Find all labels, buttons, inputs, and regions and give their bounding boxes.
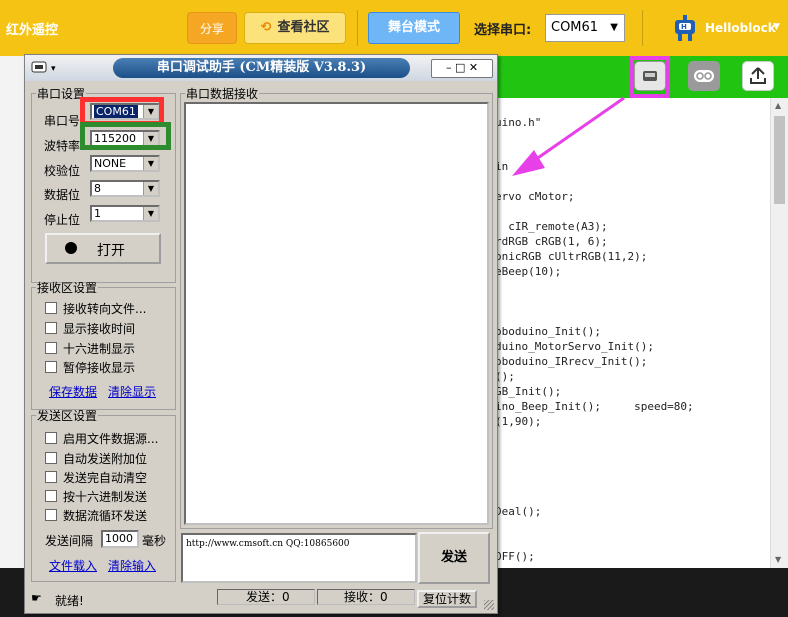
show-recv-time-checkbox[interactable]: 显示接收时间	[45, 320, 135, 337]
send-interval-input[interactable]: 1000	[101, 530, 139, 548]
parity-label: 校验位	[44, 164, 81, 178]
status-bar: ☛ 就绪! 发送：0 接收：0 复位计数	[25, 586, 497, 613]
recv-count: 接收：0	[317, 589, 415, 605]
pause-display-checkbox[interactable]: 暂停接收显示	[45, 359, 135, 376]
parity-select[interactable]: NONE ▼	[90, 155, 160, 172]
clear-input-link[interactable]: 清除输入	[108, 557, 156, 574]
window-controls[interactable]: – □ ✕	[431, 59, 493, 78]
record-icon	[65, 242, 77, 254]
resize-grip-icon[interactable]	[484, 600, 494, 610]
auto-clear-checkbox[interactable]: 发送完自动清空	[45, 469, 147, 486]
baud-rate-label: 波特率	[44, 139, 81, 153]
svg-text:▾: ▾	[51, 64, 56, 74]
stop-bits-label: 停止位	[44, 213, 81, 227]
stop-bits-value: 1	[94, 207, 101, 220]
file-source-checkbox[interactable]: 启用文件数据源...	[45, 430, 158, 447]
window-title: 串口调试助手 (CM精装版 V3.8.3)	[113, 58, 410, 78]
file-load-link[interactable]: 文件载入	[49, 557, 97, 574]
close-icon[interactable]: ✕	[469, 61, 478, 74]
chevron-down-icon: ▼	[143, 182, 158, 195]
send-textarea[interactable]: http://www.cmsoft.cn QQ:10865600	[181, 533, 417, 583]
reset-count-button[interactable]: 复位计数	[417, 590, 477, 608]
data-bits-label: 数据位	[44, 188, 81, 202]
hex-send-checkbox[interactable]: 按十六进制发送	[45, 488, 147, 505]
open-port-label: 打开	[97, 243, 125, 259]
baud-highlight-box	[80, 122, 171, 150]
receive-settings-title: 接收区设置	[37, 281, 98, 295]
chevron-down-icon: ▼	[143, 207, 158, 220]
data-bits-select[interactable]: 8 ▼	[90, 180, 160, 197]
parity-value: NONE	[94, 157, 127, 170]
hex-display-checkbox[interactable]: 十六进制显示	[45, 340, 135, 357]
send-interval-unit: 毫秒	[142, 534, 167, 548]
clear-display-link[interactable]: 清除显示	[108, 383, 156, 400]
chevron-down-icon: ▼	[143, 157, 158, 170]
system-menu-icon[interactable]: ▾	[31, 60, 63, 75]
auto-append-checkbox[interactable]: 自动发送附加位	[45, 450, 147, 467]
window-titlebar[interactable]: ▾ 串口调试助手 (CM精装版 V3.8.3) – □ ✕	[25, 55, 497, 81]
receive-textarea[interactable]	[184, 102, 489, 525]
save-data-link[interactable]: 保存数据	[49, 383, 97, 400]
sent-count: 发送：0	[217, 589, 315, 605]
loop-send-checkbox[interactable]: 数据流循环发送	[45, 507, 147, 524]
maximize-icon[interactable]: □	[455, 61, 465, 74]
status-text: 就绪!	[55, 594, 84, 608]
recv-to-file-checkbox[interactable]: 接收转向文件...	[45, 300, 146, 317]
send-interval-label: 发送间隔	[45, 534, 94, 548]
minimize-icon[interactable]: –	[446, 61, 452, 74]
data-bits-value: 8	[94, 182, 101, 195]
send-settings-title: 发送区设置	[37, 409, 98, 423]
port-number-label: 串口号	[44, 114, 81, 128]
stop-bits-select[interactable]: 1 ▼	[90, 205, 160, 222]
port-settings-title: 串口设置	[37, 87, 86, 101]
open-port-button[interactable]: 打开	[45, 233, 161, 264]
status-icon: ☛	[31, 591, 42, 605]
receive-area-title: 串口数据接收	[186, 87, 259, 101]
send-button[interactable]: 发送	[418, 532, 490, 584]
